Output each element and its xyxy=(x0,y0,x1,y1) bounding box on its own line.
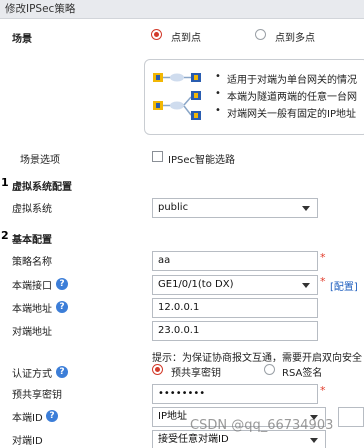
section1-title: 虚拟系统配置 xyxy=(12,182,72,193)
local-interface-label: 本端接口 xyxy=(12,281,52,292)
local-address-label: 本端地址 xyxy=(12,304,52,315)
psk-value: •••••••• xyxy=(158,388,206,399)
ipsec-smart-routing-label[interactable]: IPSec智能选路 xyxy=(168,151,235,166)
peer-id-label: 对端ID xyxy=(12,436,43,447)
scenario-desc-2: 本端为隧道两端的任意一台网 xyxy=(215,88,357,103)
topology-diagram-icon xyxy=(153,73,201,120)
dialog-title: 修改IPSec策略 xyxy=(0,0,364,19)
psk-input[interactable]: •••••••• xyxy=(152,384,318,404)
scenario-p2mp-radio[interactable] xyxy=(255,29,266,40)
vsys-value: public xyxy=(158,202,189,213)
configure-interface-link[interactable]: [配置] xyxy=(330,278,358,293)
ipsec-smart-routing-checkbox[interactable] xyxy=(152,151,163,162)
local-interface-required: * xyxy=(320,275,326,288)
policy-name-value: aa xyxy=(158,255,171,266)
scenario-p2p-label[interactable]: 点到点 xyxy=(171,29,201,44)
scenario-description-box: 适用于对端为单台网关的情况 本端为隧道两端的任意一台网 对端网关一般有固定的IP… xyxy=(144,59,364,135)
section2-title: 基本配置 xyxy=(12,235,52,246)
local-id-value-input[interactable] xyxy=(338,407,364,427)
section1-number: 1 xyxy=(1,176,9,189)
vsys-select[interactable]: public xyxy=(152,198,318,218)
psk-label: 预共享密钥 xyxy=(12,390,62,401)
local-address-value: 12.0.0.1 xyxy=(158,302,200,313)
scenario-p2mp-label[interactable]: 点到多点 xyxy=(275,29,315,44)
local-id-value: IP地址 xyxy=(158,411,187,422)
peer-id-value: 接受任意对端ID xyxy=(158,434,229,445)
scenario-desc-1: 适用于对端为单台网关的情况 xyxy=(215,71,357,86)
local-address-help-icon[interactable]: ? xyxy=(56,301,68,313)
scenario-option-label: 场景选项 xyxy=(20,155,60,166)
auth-psk-label[interactable]: 预共享密钥 xyxy=(171,364,221,379)
auth-rsa-label[interactable]: RSA签名 xyxy=(282,364,322,379)
auth-help-icon[interactable]: ? xyxy=(56,366,68,378)
auth-hint: 提示：为保证协商报文互通，需要开启双向安全 xyxy=(152,353,362,364)
local-id-label: 本端ID xyxy=(12,413,43,424)
policy-name-input[interactable]: aa xyxy=(152,251,318,271)
section2-number: 2 xyxy=(1,229,9,242)
peer-address-label: 对端地址 xyxy=(12,327,52,338)
scenario-desc-3: 对端网关一般有固定的IP地址 xyxy=(215,105,356,120)
local-address-input[interactable]: 12.0.0.1 xyxy=(152,298,318,318)
auth-psk-radio[interactable] xyxy=(152,364,163,375)
local-interface-select[interactable]: GE1/0/1(to DX) xyxy=(152,275,318,295)
peer-address-input[interactable]: 23.0.0.1 xyxy=(152,321,318,341)
local-id-help-icon[interactable]: ? xyxy=(46,410,58,422)
auth-rsa-radio[interactable] xyxy=(264,364,275,375)
scenario-label: 场景 xyxy=(12,34,32,45)
vsys-label: 虚拟系统 xyxy=(12,204,52,215)
policy-name-required: * xyxy=(320,251,326,264)
scenario-p2p-radio[interactable] xyxy=(151,29,162,40)
psk-required: * xyxy=(320,384,326,397)
policy-name-label: 策略名称 xyxy=(12,257,52,268)
local-interface-value: GE1/0/1(to DX) xyxy=(158,279,234,290)
auth-label: 认证方式 xyxy=(12,369,52,380)
local-interface-help-icon[interactable]: ? xyxy=(56,278,68,290)
watermark: CSDN @qq_66734903 xyxy=(190,418,334,433)
peer-address-value: 23.0.0.1 xyxy=(158,325,200,336)
